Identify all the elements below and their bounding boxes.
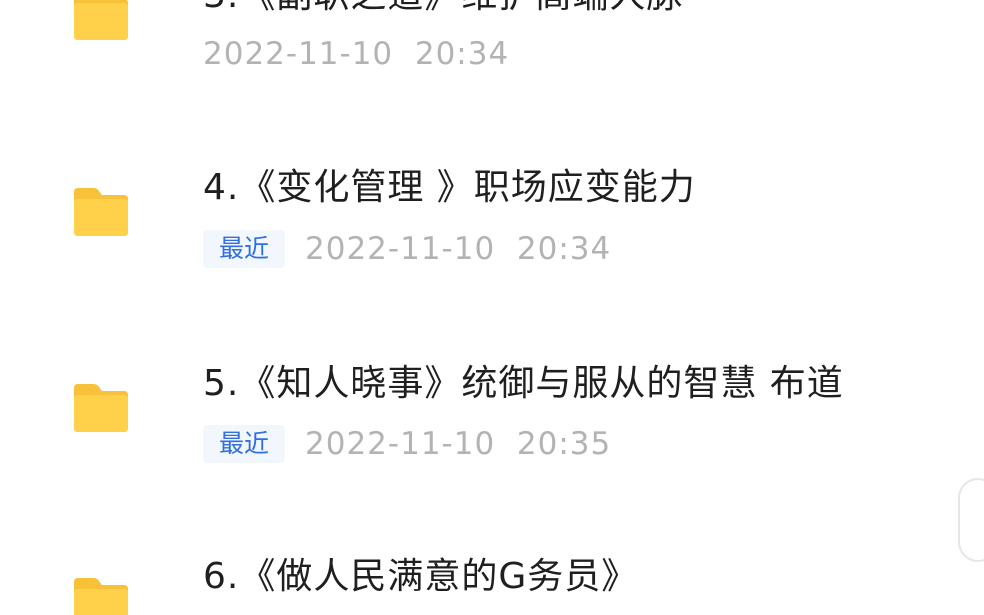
file-meta: 最近 2022-11-10 20:34 bbox=[203, 229, 611, 269]
file-name: 3.《副职之道》维护高端人脉 bbox=[203, 0, 683, 18]
file-date: 2022-11-10 20:35 bbox=[305, 426, 612, 462]
scroll-handle[interactable] bbox=[958, 478, 984, 562]
file-date: 2022-11-10 20:34 bbox=[203, 36, 510, 72]
file-row-3[interactable]: 3.《副职之道》维护高端人脉 2022-11-10 20:34 bbox=[0, 0, 984, 160]
file-name: 4.《变化管理 》职场应变能力 bbox=[203, 167, 696, 208]
file-name: 6.《做人民满意的G务员》 bbox=[203, 556, 639, 597]
file-date: 2022-11-10 20:34 bbox=[305, 231, 612, 267]
file-meta: 2022-11-10 20:34 bbox=[203, 34, 509, 74]
folder-icon bbox=[70, 576, 132, 615]
file-row-4[interactable]: 4.《变化管理 》职场应变能力 最近 2022-11-10 20:34 bbox=[0, 150, 984, 346]
file-row-5[interactable]: 5.《知人晓事》统御与服从的智慧 布道 最近 2022-11-10 20:35 bbox=[0, 346, 984, 542]
file-row-6[interactable]: 6.《做人民满意的G务员》 bbox=[0, 540, 984, 615]
file-name: 5.《知人晓事》统御与服从的智慧 布道 bbox=[203, 363, 844, 404]
recent-badge: 最近 bbox=[203, 425, 286, 463]
file-list: 3.《副职之道》维护高端人脉 2022-11-10 20:34 4.《变化管理 … bbox=[0, 0, 984, 615]
folder-icon bbox=[70, 0, 132, 42]
file-meta: 最近 2022-11-10 20:35 bbox=[203, 424, 611, 464]
folder-icon bbox=[70, 382, 132, 434]
recent-badge: 最近 bbox=[203, 230, 286, 268]
folder-icon bbox=[70, 186, 132, 238]
